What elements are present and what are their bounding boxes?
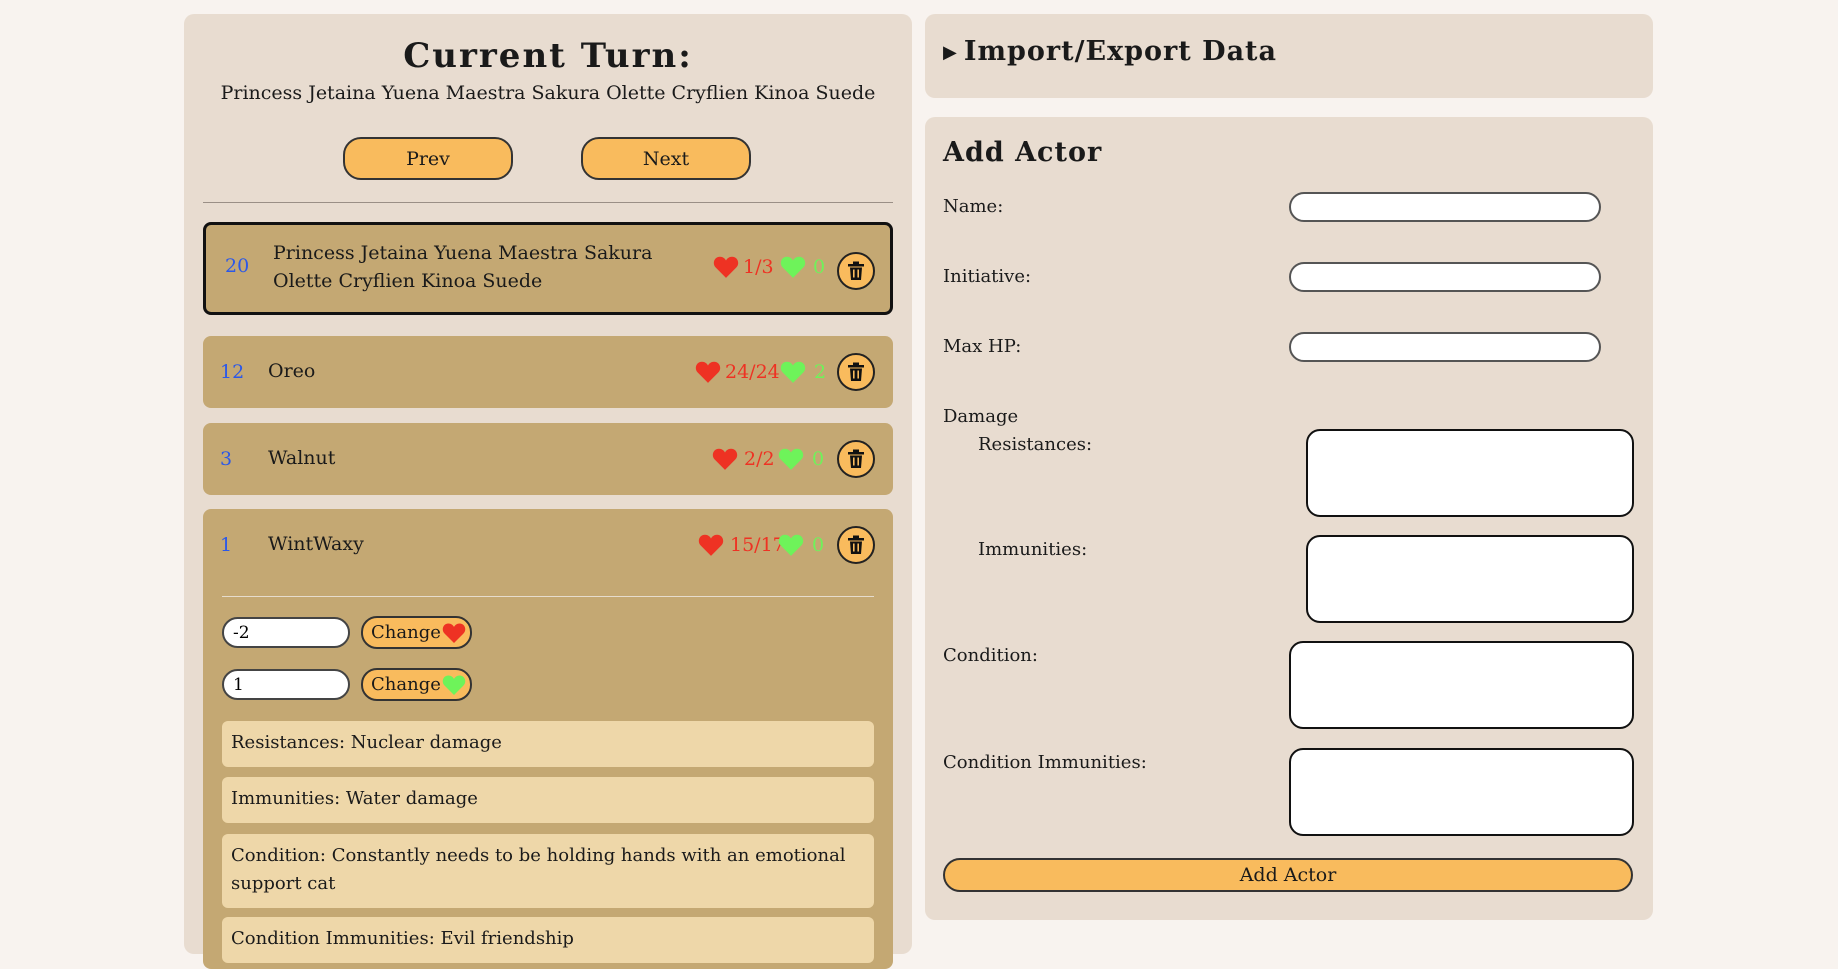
delete-button[interactable] xyxy=(837,526,875,564)
actor-temp-hp: 0 xyxy=(812,448,825,470)
green-heart-icon xyxy=(778,448,804,470)
trash-icon xyxy=(848,362,864,381)
condition-immunities-label: Condition Immunities: xyxy=(943,752,1147,773)
heart-icon xyxy=(712,448,738,470)
delete-button[interactable] xyxy=(837,252,875,290)
max-hp-label: Max HP: xyxy=(943,336,1022,357)
initiative-label: Initiative: xyxy=(943,266,1032,287)
green-heart-icon xyxy=(442,675,466,695)
actor-temp-hp: 2 xyxy=(814,361,827,383)
condition-textarea[interactable] xyxy=(1289,641,1634,729)
max-hp-input[interactable] xyxy=(1289,332,1601,362)
heart-icon xyxy=(442,623,466,643)
actor-name: Princess Jetaina Yuena Maestra Sakura Ol… xyxy=(273,242,653,292)
green-heart-icon xyxy=(780,361,806,383)
add-actor-panel: Add Actor Name: Initiative: Max HP: Dama… xyxy=(925,117,1653,920)
actor-card[interactable]: 3 Walnut 2/2 0 xyxy=(203,423,893,495)
next-button[interactable]: Next xyxy=(581,137,751,180)
green-heart-icon xyxy=(780,256,806,278)
add-actor-title: Add Actor xyxy=(943,137,1103,168)
name-label: Name: xyxy=(943,196,1004,217)
actor-name: Walnut xyxy=(268,447,336,469)
prev-button[interactable]: Prev xyxy=(343,137,513,180)
actor-name: Oreo xyxy=(268,360,316,382)
import-export-panel[interactable]: ▶ Import/Export Data xyxy=(925,14,1653,98)
delete-button[interactable] xyxy=(837,353,875,391)
resistances-label: Resistances: xyxy=(978,434,1093,455)
actor-card-expanded[interactable]: 1 WintWaxy 15/17 0 Change Change Resista… xyxy=(203,509,893,969)
immunities-textarea[interactable] xyxy=(1306,535,1634,623)
import-export-label: Import/Export Data xyxy=(963,36,1278,67)
actor-initiative: 12 xyxy=(220,361,245,383)
initiative-input[interactable] xyxy=(1289,262,1601,292)
add-actor-button[interactable]: Add Actor xyxy=(943,858,1633,892)
condition-label: Condition: xyxy=(943,645,1038,666)
import-export-toggle[interactable]: ▶ Import/Export Data xyxy=(943,36,1277,67)
divider xyxy=(203,202,893,203)
triangle-right-icon: ▶ xyxy=(943,42,958,63)
resistances-textarea[interactable] xyxy=(1306,429,1634,517)
green-heart-icon xyxy=(778,534,804,556)
trash-icon xyxy=(848,535,864,554)
actor-card[interactable]: 20 Princess Jetaina Yuena Maestra Sakura… xyxy=(203,222,893,315)
change-temp-hp-label: Change xyxy=(371,674,441,695)
actor-initiative: 1 xyxy=(220,534,233,556)
change-hp-button[interactable]: Change xyxy=(361,616,472,649)
actor-hp: 15/17 xyxy=(730,534,785,556)
damage-label: Damage xyxy=(943,406,1019,427)
change-temp-hp-button[interactable]: Change xyxy=(361,668,472,701)
heart-icon xyxy=(713,256,739,278)
current-turn-title: Current Turn: xyxy=(403,36,693,76)
delete-button[interactable] xyxy=(837,440,875,478)
actor-initiative: 20 xyxy=(225,255,250,277)
resistances-info: Resistances: Nuclear damage xyxy=(222,721,874,767)
temp-hp-change-input[interactable] xyxy=(222,669,350,700)
actor-card[interactable]: 12 Oreo 24/24 2 xyxy=(203,336,893,408)
divider xyxy=(222,596,874,597)
actor-hp: 1/3 xyxy=(743,256,774,278)
trash-icon xyxy=(848,261,864,280)
immunities-label: Immunities: xyxy=(978,539,1088,560)
heart-icon xyxy=(698,534,724,556)
condition-immunities-textarea[interactable] xyxy=(1289,748,1634,836)
trash-icon xyxy=(848,449,864,468)
change-hp-label: Change xyxy=(371,622,441,643)
immunities-info: Immunities: Water damage xyxy=(222,777,874,823)
initiative-panel: Current Turn: Princess Jetaina Yuena Mae… xyxy=(184,14,912,969)
actor-temp-hp: 0 xyxy=(813,256,826,278)
hp-change-input[interactable] xyxy=(222,617,350,648)
actor-temp-hp: 0 xyxy=(812,534,825,556)
current-turn-name: Princess Jetaina Yuena Maestra Sakura Ol… xyxy=(220,82,876,104)
name-input[interactable] xyxy=(1289,192,1601,222)
condition-immunities-info: Condition Immunities: Evil friendship xyxy=(222,917,874,963)
actor-hp: 24/24 xyxy=(725,361,780,383)
heart-icon xyxy=(695,361,721,383)
actor-initiative: 3 xyxy=(220,448,233,470)
actor-name: WintWaxy xyxy=(268,533,364,555)
condition-info: Condition: Constantly needs to be holdin… xyxy=(222,834,874,908)
actor-hp: 2/2 xyxy=(744,448,775,470)
